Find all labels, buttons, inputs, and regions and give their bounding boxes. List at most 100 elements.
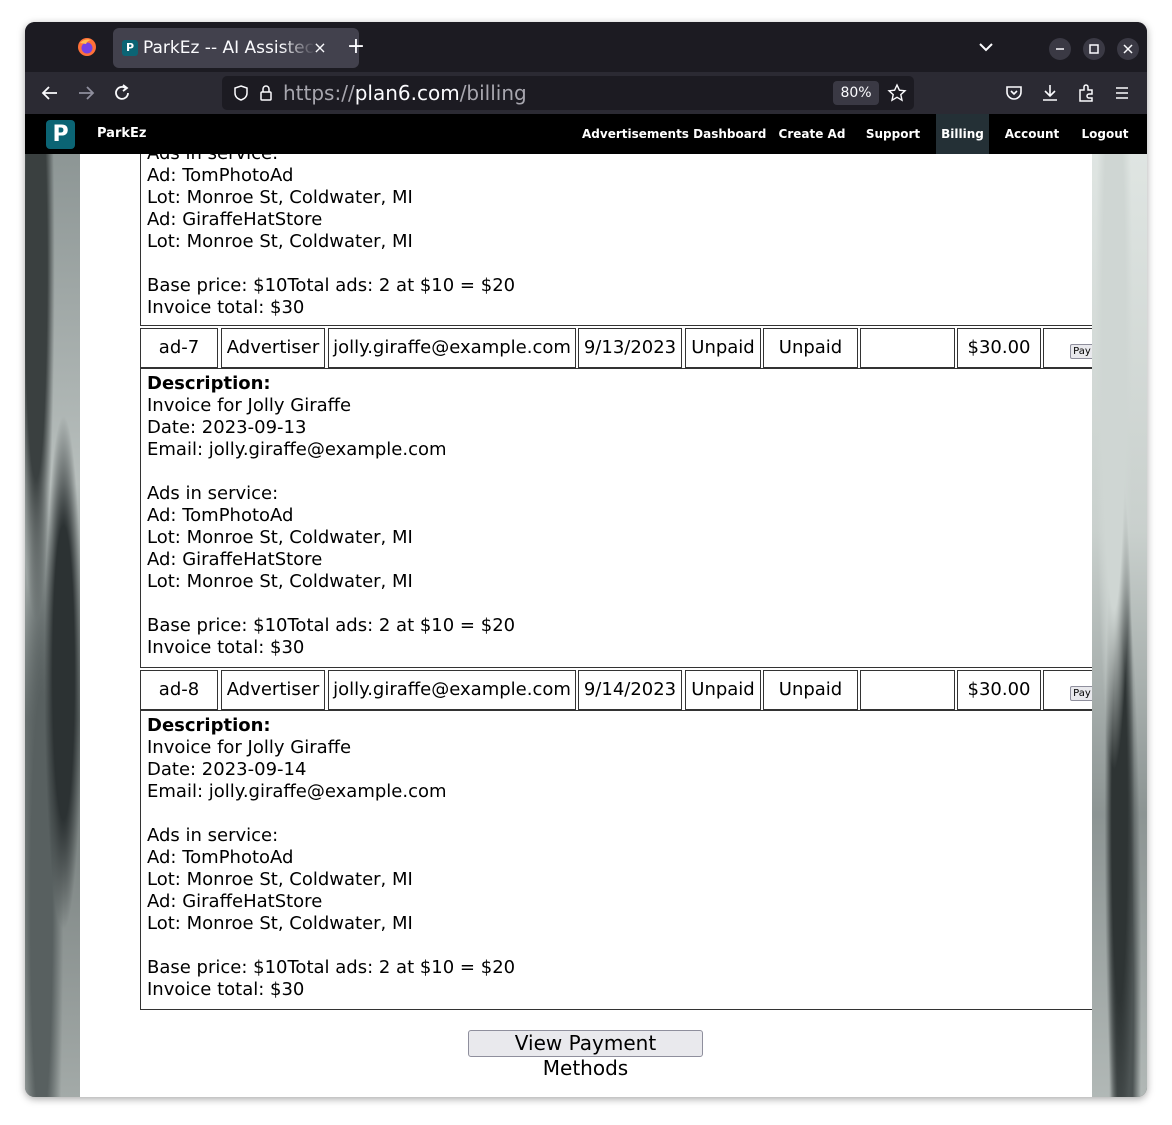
parkez-logo[interactable]: P	[46, 120, 75, 149]
desc-line: Invoice for Jolly Giraffe	[147, 395, 352, 416]
invoice-status: Unpaid	[685, 328, 761, 368]
desc-line: Ad: GiraffeHatStore	[147, 891, 323, 912]
shield-icon[interactable]	[232, 84, 250, 102]
invoice-payment-status: Unpaid	[763, 328, 858, 368]
desc-line	[147, 461, 1092, 483]
desc-line: Ad: TomPhotoAd	[147, 165, 294, 186]
menu-icon[interactable]	[1111, 82, 1133, 104]
billing-content: Ads in service: Ad: TomPhotoAd Lot: Monr…	[80, 154, 1092, 1097]
nav-create-ad[interactable]: Create Ad	[771, 114, 853, 154]
new-tab-button[interactable]: +	[343, 35, 369, 61]
desc-line: Base price: $10Total ads: 2 at $10 = $20	[147, 957, 516, 978]
desc-line: Lot: Monroe St, Coldwater, MI	[147, 571, 413, 592]
nav-support[interactable]: Support	[858, 114, 928, 154]
desc-line: Ad: TomPhotoAd	[147, 505, 294, 526]
desc-line	[147, 803, 1092, 825]
desc-line: Email: jolly.giraffe@example.com	[147, 781, 447, 802]
chevron-down-icon[interactable]	[975, 36, 997, 58]
invoice-payment-status: Unpaid	[763, 670, 858, 710]
desc-line: Invoice for Jolly Giraffe	[147, 737, 352, 758]
view-payment-methods-button[interactable]: View Payment Methods	[468, 1030, 703, 1080]
desc-line: Lot: Monroe St, Coldwater, MI	[147, 231, 413, 252]
invoice-user-type: Advertiser	[221, 670, 325, 710]
invoice-amount: $30.00	[957, 328, 1041, 368]
background-banknote-right	[1092, 154, 1147, 1097]
desc-line: Lot: Monroe St, Coldwater, MI	[147, 869, 413, 890]
invoice-status: Unpaid	[685, 670, 761, 710]
invoice-amount: $30.00	[957, 670, 1041, 710]
forward-icon[interactable]	[75, 82, 97, 104]
desc-line: Ads in service:	[147, 154, 1092, 165]
page-viewport: P ParkEz Advertisements Dashboard Create…	[25, 114, 1147, 1097]
desc-line: Ad: TomPhotoAd	[147, 847, 294, 868]
desc-line: Email: jolly.giraffe@example.com	[147, 439, 447, 460]
invoice-description-partial: Ads in service: Ad: TomPhotoAd Lot: Monr…	[140, 154, 1092, 326]
parkez-favicon-icon: P	[122, 40, 138, 56]
invoice-email: jolly.giraffe@example.com	[328, 328, 576, 368]
desc-line: Lot: Monroe St, Coldwater, MI	[147, 913, 413, 934]
minimize-icon[interactable]	[1049, 38, 1071, 60]
lock-icon[interactable]	[258, 84, 274, 102]
brand-name[interactable]: ParkEz	[97, 126, 146, 142]
nav-account[interactable]: Account	[998, 114, 1066, 154]
firefox-icon	[78, 38, 96, 56]
url-path: /billing	[459, 81, 527, 105]
invoice-blank-cell	[860, 328, 955, 368]
tab-title: ParkEz -- AI Assistec	[143, 38, 314, 58]
nav-logout[interactable]: Logout	[1074, 114, 1136, 154]
desc-line	[147, 593, 1092, 615]
invoice-date: 9/14/2023	[578, 670, 682, 710]
active-tab[interactable]: P ParkEz -- AI Assistec ×	[113, 28, 359, 68]
invoice-pay-cell: Pay	[1043, 670, 1092, 710]
desc-line: Date: 2023-09-13	[147, 417, 307, 438]
back-icon[interactable]	[39, 82, 61, 104]
desc-line: Ad: GiraffeHatStore	[147, 549, 323, 570]
invoice-email: jolly.giraffe@example.com	[328, 670, 576, 710]
url-host: plan6.com	[354, 81, 460, 105]
nav-billing[interactable]: Billing	[936, 114, 989, 154]
desc-line: Ads in service:	[147, 483, 279, 504]
invoice-pay-cell: Pay	[1043, 328, 1092, 368]
desc-line: Ad: GiraffeHatStore	[147, 209, 323, 230]
description-heading: Description:	[147, 715, 271, 736]
desc-line: Invoice total: $30	[147, 297, 305, 318]
pay-button[interactable]: Pay	[1070, 686, 1092, 701]
invoice-id: ad-7	[140, 328, 218, 368]
invoice-date: 9/13/2023	[578, 328, 682, 368]
desc-line	[147, 253, 1092, 275]
close-icon[interactable]	[1117, 38, 1139, 60]
invoice-blank-cell	[860, 670, 955, 710]
desc-line: Base price: $10Total ads: 2 at $10 = $20	[147, 275, 516, 296]
extensions-icon[interactable]	[1075, 82, 1097, 104]
app-navbar: P ParkEz Advertisements Dashboard Create…	[25, 114, 1147, 154]
desc-line: Invoice total: $30	[147, 979, 305, 1000]
url-bar[interactable]: https://plan6.com/billing 80%	[222, 76, 914, 110]
invoice-description: Description: Invoice for Jolly Giraffe D…	[140, 710, 1092, 1010]
invoice-description: Description: Invoice for Jolly Giraffe D…	[140, 368, 1092, 668]
reload-icon[interactable]	[111, 82, 133, 104]
invoice-id: ad-8	[140, 670, 218, 710]
desc-line: Base price: $10Total ads: 2 at $10 = $20	[147, 615, 516, 636]
download-icon[interactable]	[1039, 82, 1061, 104]
desc-line: Invoice total: $30	[147, 637, 305, 658]
background-banknote-left	[25, 154, 80, 1097]
desc-line: Ads in service:	[147, 825, 279, 846]
browser-window: P ParkEz -- AI Assistec × + https://plan…	[25, 22, 1147, 1097]
bookmark-star-icon[interactable]	[887, 83, 907, 103]
desc-line: Lot: Monroe St, Coldwater, MI	[147, 187, 413, 208]
zoom-level-button[interactable]: 80%	[833, 81, 879, 105]
maximize-icon[interactable]	[1083, 38, 1105, 60]
pay-button[interactable]: Pay	[1070, 344, 1092, 359]
desc-line: Date: 2023-09-14	[147, 759, 307, 780]
description-heading: Description:	[147, 373, 271, 394]
desc-line: Lot: Monroe St, Coldwater, MI	[147, 527, 413, 548]
url-text[interactable]: https://plan6.com/billing	[283, 82, 527, 104]
tab-strip: P ParkEz -- AI Assistec × +	[25, 22, 1147, 72]
url-scheme: https://	[283, 81, 355, 105]
navigation-toolbar: https://plan6.com/billing 80%	[25, 72, 1147, 114]
desc-line	[147, 935, 1092, 957]
pocket-icon[interactable]	[1003, 82, 1025, 104]
invoice-user-type: Advertiser	[221, 328, 325, 368]
close-tab-icon[interactable]: ×	[311, 38, 329, 58]
nav-advertisements-dashboard[interactable]: Advertisements Dashboard	[582, 114, 766, 154]
